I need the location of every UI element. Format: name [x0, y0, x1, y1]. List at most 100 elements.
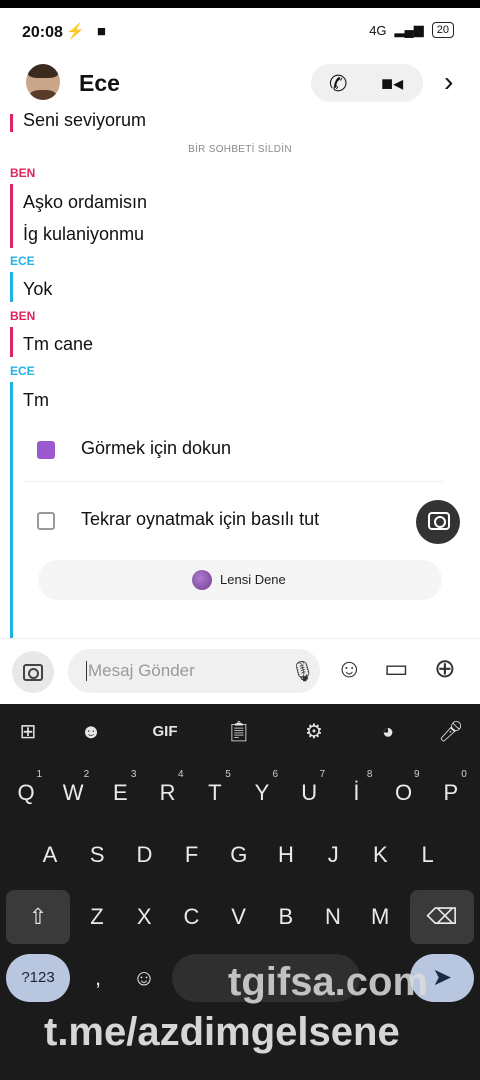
key-n[interactable]: N — [311, 890, 355, 944]
key-label: F — [184, 842, 199, 867]
message-text-partial: Seni seviyorum — [23, 110, 147, 130]
try-lens-button[interactable]: Lensi Dene — [38, 560, 442, 600]
signal-icon: ▂▄▆ — [394, 22, 424, 37]
sender-label: ECE — [10, 364, 35, 378]
system-notice: BİR SOHBETİ SİLDİN — [188, 144, 292, 155]
key-w[interactable]: W2 — [51, 766, 95, 820]
key-label: D — [136, 842, 153, 867]
key-hint: 7 — [319, 769, 326, 780]
stickers-icon[interactable]: ▭ — [384, 653, 409, 684]
message-text[interactable]: Aşko ordamisın — [23, 192, 147, 213]
video-call-icon[interactable]: ■◂ — [381, 71, 403, 96]
key-h[interactable]: H — [264, 828, 308, 882]
snap-replay-row[interactable]: Tekrar oynatmak için basılı tut — [23, 492, 443, 552]
key-label: C — [183, 904, 200, 929]
key-hint: 1 — [36, 769, 42, 780]
key-label: K — [373, 842, 388, 867]
emoji-icon[interactable]: ☺ — [336, 653, 363, 684]
backspace-key[interactable]: ⌫ — [410, 890, 474, 944]
key-label: W — [62, 780, 84, 805]
message-text[interactable]: İg kulaniyonmu — [23, 224, 144, 245]
key-label: G — [230, 842, 248, 867]
key-label: M — [371, 904, 390, 929]
avatar-shirt — [30, 90, 56, 100]
snap-view-row[interactable]: Görmek için dokun — [23, 421, 443, 481]
message-input-bar: Mesaj Gönder 🎙︎ ☺ ▭ ⊕ — [0, 638, 480, 705]
key-hint: 9 — [414, 769, 420, 780]
chevron-right-icon[interactable]: › — [444, 66, 453, 98]
chat-area[interactable]: Seni seviyorum BİR SOHBETİ SİLDİN BEN Aş… — [0, 108, 480, 638]
message-bar — [10, 327, 13, 357]
key-label: Q — [17, 780, 35, 805]
mic-icon[interactable]: 🎙︎ — [290, 659, 315, 684]
plus-icon[interactable]: ⊕ — [434, 653, 456, 684]
snap-replay-label: Tekrar oynatmak için basılı tut — [81, 509, 320, 529]
key-label: V — [231, 904, 246, 929]
key-s[interactable]: S — [75, 828, 119, 882]
key-t[interactable]: T5 — [193, 766, 237, 820]
key-r[interactable]: R4 — [146, 766, 190, 820]
camera-reply-button[interactable] — [416, 500, 460, 544]
gif-button[interactable]: GIF — [140, 716, 190, 748]
comma-key[interactable]: , — [76, 954, 120, 1002]
key-f[interactable]: F — [170, 828, 214, 882]
key-p[interactable]: P0 — [429, 766, 473, 820]
shift-key[interactable]: ⇧ — [6, 890, 70, 944]
key-v[interactable]: V — [217, 890, 261, 944]
key-hint: 0 — [461, 769, 467, 780]
sticker-icon[interactable]: ☻ — [71, 716, 111, 748]
key-label: N — [325, 904, 341, 929]
key-label: J — [327, 842, 339, 867]
settings-icon[interactable]: ⚙ — [294, 716, 334, 748]
key-label: Y — [254, 780, 270, 805]
message-text[interactable]: Tm cane — [23, 334, 93, 355]
key-m[interactable]: M — [358, 890, 402, 944]
symbols-key[interactable]: ?123 — [6, 954, 70, 1002]
key-c[interactable]: C — [169, 890, 213, 944]
key-z[interactable]: Z — [75, 890, 119, 944]
top-black-strip — [0, 0, 480, 8]
message-text[interactable]: Tm — [23, 390, 49, 411]
snap-unopened-icon — [37, 441, 55, 459]
key-e[interactable]: E3 — [98, 766, 142, 820]
phone-call-icon[interactable]: ✆ — [329, 71, 347, 97]
key-hint: 2 — [83, 769, 90, 780]
watermark-channel: t.me/azdimgelsene — [44, 1010, 400, 1054]
grid-icon[interactable]: ⊞ — [8, 716, 48, 748]
message-bar — [10, 184, 13, 248]
status-right-icons: 4G ▂▄▆ 20 — [369, 22, 454, 38]
keyboard-mic-icon[interactable]: 🎤︎ — [431, 716, 471, 748]
key-k[interactable]: K — [358, 828, 402, 882]
key-label: U — [301, 780, 318, 805]
key-label: E — [113, 780, 128, 805]
contact-name[interactable]: Ece — [79, 70, 120, 97]
key-j[interactable]: J — [311, 828, 355, 882]
message-input[interactable]: Mesaj Gönder 🎙︎ — [68, 649, 320, 693]
contact-avatar[interactable] — [26, 64, 60, 100]
snap-view-label: Görmek için dokun — [81, 438, 232, 458]
clipboard-icon[interactable]: 📋︎ — [219, 716, 259, 748]
key-label: Z — [90, 904, 104, 929]
message-text[interactable]: Yok — [23, 279, 52, 300]
palette-icon[interactable]: ◕ — [368, 716, 408, 748]
key-y[interactable]: Y6 — [240, 766, 284, 820]
key-g[interactable]: G — [217, 828, 261, 882]
key-label: O — [395, 780, 413, 805]
emoji-key[interactable]: ☺ — [122, 954, 166, 1002]
key-hint: 6 — [272, 769, 278, 780]
message-bar — [10, 114, 13, 132]
key-a[interactable]: A — [28, 828, 72, 882]
call-actions: ✆ ■◂ — [311, 64, 423, 102]
key-b[interactable]: B — [264, 890, 308, 944]
key-d[interactable]: D — [122, 828, 166, 882]
key-label: İ — [353, 780, 360, 805]
key-u[interactable]: U7 — [287, 766, 331, 820]
key-l[interactable]: L — [406, 828, 450, 882]
key-i̇[interactable]: İ8 — [334, 766, 378, 820]
key-o[interactable]: O9 — [382, 766, 426, 820]
key-q[interactable]: Q1 — [4, 766, 48, 820]
divider — [23, 481, 443, 482]
camera-button[interactable] — [12, 651, 54, 693]
key-x[interactable]: X — [122, 890, 166, 944]
sender-label: ECE — [10, 254, 35, 268]
